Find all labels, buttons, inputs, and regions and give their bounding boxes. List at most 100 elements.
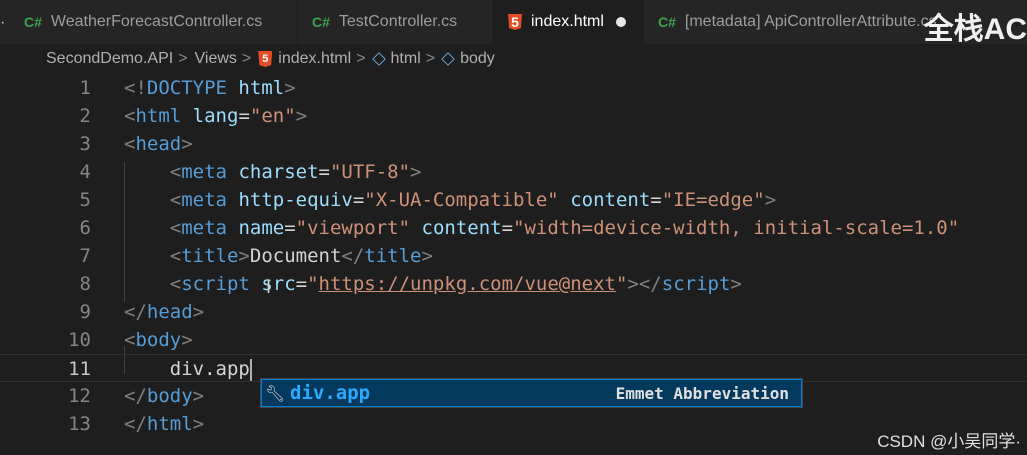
tab-index-html[interactable]: 5 index.html	[494, 0, 644, 44]
code-token: script	[661, 273, 731, 295]
code-token: >	[410, 161, 422, 183]
code-token: =	[238, 105, 250, 127]
html5-file-icon: 5	[258, 51, 273, 67]
code-line[interactable]: 9 </head>	[0, 298, 1027, 326]
code-token: "X-UA-Compatible"	[364, 189, 559, 211]
line-number: 13	[68, 413, 91, 435]
tab-weatherforecast-controller[interactable]: C# WeatherForecastController.cs	[12, 0, 298, 44]
code-text: <body>	[124, 326, 193, 354]
code-token: =	[295, 273, 308, 295]
line-number: 2	[79, 105, 91, 127]
ibeam-cursor-icon: I	[266, 277, 272, 297]
code-token: html	[135, 105, 182, 127]
code-token: <	[169, 161, 182, 183]
code-line[interactable]: 6 <meta name="viewport" content="width=d…	[0, 214, 1027, 242]
editor-tab-bar: · C# WeatherForecastController.cs C# Tes…	[0, 0, 1027, 46]
unsaved-dot-icon[interactable]	[615, 17, 626, 27]
code-token: >	[192, 413, 205, 435]
code-token: "en"	[249, 105, 296, 127]
code-token: https://unpkg.com/vue@next	[318, 273, 616, 295]
text-caret	[249, 358, 252, 381]
code-text: <html lang="en">	[124, 102, 307, 130]
code-line[interactable]: 1 <!DOCTYPE html>	[0, 74, 1027, 102]
code-line[interactable]: 4 <meta charset="UTF-8">	[0, 158, 1027, 186]
suggestion-item[interactable]: 🔧︎ div.app Emmet Abbreviation	[261, 379, 802, 407]
code-token: <	[169, 245, 182, 267]
code-text: <!DOCTYPE html>	[124, 74, 296, 102]
line-number: 10	[68, 329, 91, 351]
code-line[interactable]: 8 <script src="https://unpkg.com/vue@nex…	[0, 270, 1027, 298]
code-token: >	[764, 189, 777, 211]
code-line[interactable]: 3 <head>	[0, 130, 1027, 158]
code-token: head	[135, 133, 182, 155]
code-token: body	[146, 385, 193, 407]
code-token: div.app	[169, 358, 250, 380]
code-line[interactable]: 2 <html lang="en">	[0, 102, 1027, 130]
line-number: 7	[79, 245, 91, 267]
code-line[interactable]: 10 <body>	[0, 326, 1027, 354]
line-number: 4	[79, 161, 91, 183]
code-token: meta	[181, 189, 227, 211]
breadcrumb-separator: >	[356, 50, 366, 67]
tab-metadata-apicontrollerattribute[interactable]: C# [metadata] ApiControllerAttribute.cs	[644, 0, 944, 44]
line-number: 3	[79, 133, 91, 155]
code-token: ></	[627, 273, 662, 295]
line-number: 6	[79, 217, 91, 239]
code-token: title	[181, 245, 239, 267]
code-token: </	[124, 385, 147, 407]
tab-test-controller[interactable]: C# TestController.cs	[298, 0, 494, 44]
code-text: <script src="https://unpkg.com/vue@next"…	[124, 270, 742, 298]
code-token: >	[192, 301, 205, 323]
code-token: >	[181, 329, 193, 351]
code-token: "IE=edge"	[661, 189, 765, 211]
code-token: =	[650, 189, 662, 211]
csharp-file-icon: C#	[24, 14, 42, 30]
breadcrumb-item-file[interactable]: index.html	[278, 50, 351, 68]
code-text: <meta charset="UTF-8">	[124, 158, 422, 186]
code-line[interactable]: 5 <meta http-equiv="X-UA-Compatible" con…	[0, 186, 1027, 214]
code-token: <	[124, 329, 136, 351]
code-line[interactable]: 7 <title>Document</title>	[0, 242, 1027, 270]
code-text: <title>Document</title>	[124, 242, 433, 270]
code-text: </head>	[124, 298, 204, 326]
code-line[interactable]: 13 </html>	[0, 410, 1027, 438]
code-token: >	[181, 133, 193, 155]
code-token: </	[124, 413, 147, 435]
code-text: </body>	[124, 382, 204, 410]
breadcrumb-item-html[interactable]: html	[391, 50, 421, 68]
line-number: 8	[79, 273, 91, 295]
code-token: html	[146, 413, 193, 435]
code-token: http-equiv	[238, 189, 353, 211]
code-text: div.app	[124, 355, 252, 383]
code-token: <	[124, 133, 136, 155]
breadcrumb-item-body[interactable]: body	[460, 50, 495, 68]
code-token: =	[318, 161, 330, 183]
breadcrumb-item-project[interactable]: SecondDemo.API	[46, 50, 173, 68]
tab-label: WeatherForecastController.cs	[50, 13, 263, 30]
code-token: </	[124, 301, 147, 323]
line-number: 9	[79, 301, 91, 323]
code-token: >	[284, 77, 296, 99]
overflow-dots-icon[interactable]: ·	[0, 14, 6, 32]
breadcrumb-separator: >	[425, 50, 436, 67]
breadcrumb-item-views[interactable]: Views	[195, 50, 237, 68]
code-token: content	[421, 217, 502, 239]
code-token: body	[135, 329, 182, 351]
code-token: =	[352, 189, 365, 211]
code-token: script	[181, 273, 250, 295]
code-token: <	[169, 217, 182, 239]
element-cube-icon	[371, 52, 386, 66]
csharp-file-icon: C#	[658, 14, 676, 30]
line-number: 12	[68, 385, 91, 407]
code-token: <	[124, 105, 136, 127]
line-number: 1	[79, 77, 91, 99]
code-token: "width=device-width, initial-scale=1.0"	[513, 217, 960, 239]
